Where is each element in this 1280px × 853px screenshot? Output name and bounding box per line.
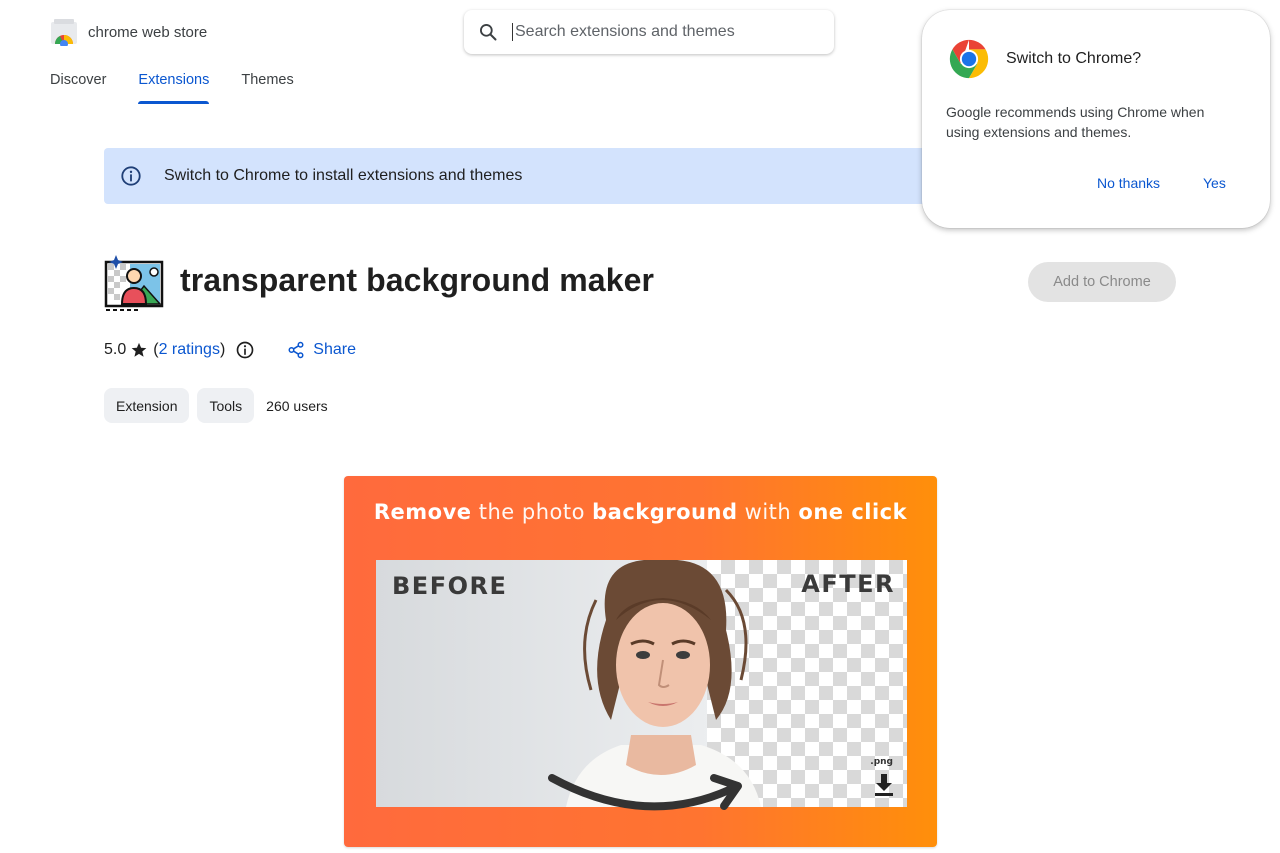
switch-to-chrome-dialog: Switch to Chrome? Google recommends usin… [922, 10, 1270, 228]
extension-logo-icon [104, 255, 164, 311]
info-icon [121, 166, 141, 186]
dialog-body: Google recommends using Chrome when usin… [946, 104, 1205, 140]
before-label: BEFORE [392, 572, 508, 600]
share-icon [288, 341, 304, 359]
tab-discover[interactable]: Discover [50, 72, 106, 104]
screenshot-headline: Remove the photo background with one cli… [344, 500, 937, 524]
headline-part: background [592, 500, 738, 524]
download-icon [875, 774, 893, 796]
after-label: AFTER [801, 570, 895, 598]
chrome-web-store-icon [51, 19, 77, 46]
store-name: chrome web store [88, 23, 208, 41]
share-label: Share [313, 341, 356, 358]
headline-part: one click [798, 500, 908, 524]
search-box[interactable] [464, 10, 834, 54]
extension-screenshot: Remove the photo background with one cli… [344, 476, 937, 847]
rating-paren-close: ) [219, 341, 226, 358]
info-icon[interactable] [235, 340, 255, 360]
rating-row: 5.0 ( 2 ratings ) Share [104, 340, 356, 360]
store-logo[interactable]: chrome web store [50, 18, 207, 46]
dialog-title: Switch to Chrome? [1006, 50, 1142, 67]
headline-part: Remove [373, 500, 472, 524]
main-nav: Discover Extensions Themes [50, 72, 294, 104]
banner-text: Switch to Chrome to install extensions a… [164, 167, 523, 184]
add-to-chrome-button[interactable]: Add to Chrome [1028, 262, 1176, 302]
category-chips: Extension Tools 260 users [104, 388, 328, 423]
curved-arrow-icon [548, 774, 742, 811]
chip-extension[interactable]: Extension [104, 388, 190, 423]
chip-tools[interactable]: Tools [197, 388, 255, 423]
headline-part: the photo [471, 500, 593, 524]
search-input[interactable] [512, 23, 812, 41]
ratings-link[interactable]: 2 ratings [159, 341, 220, 359]
no-thanks-button[interactable]: No thanks [1097, 175, 1160, 191]
chrome-icon [949, 39, 989, 79]
star-icon [131, 342, 147, 357]
png-label: .png [870, 757, 893, 767]
rating-value: 5.0 [104, 341, 127, 358]
tab-extensions[interactable]: Extensions [138, 72, 209, 104]
tab-themes[interactable]: Themes [241, 72, 293, 104]
headline-part: with [737, 500, 799, 524]
user-count: 260 users [266, 397, 328, 414]
yes-button[interactable]: Yes [1203, 175, 1226, 191]
extension-title: transparent background maker [180, 262, 655, 298]
share-button[interactable]: Share [287, 341, 356, 359]
search-icon [480, 24, 497, 41]
